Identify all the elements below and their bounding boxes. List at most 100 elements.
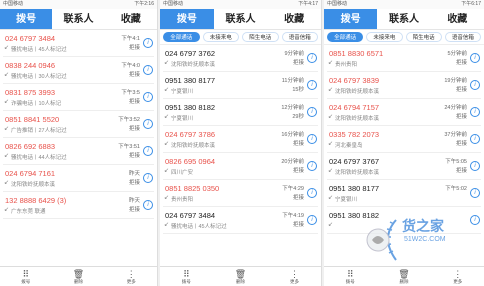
caller-location: 宁夏银川 bbox=[335, 197, 358, 203]
call-duration: 拒接 bbox=[292, 222, 304, 228]
call-duration: 拒接 bbox=[292, 141, 304, 147]
tab-dial[interactable]: 拨号 bbox=[0, 9, 53, 29]
info-icon[interactable]: i bbox=[143, 92, 153, 102]
filter-missed[interactable]: 未接来电 bbox=[202, 32, 239, 42]
filter-voicemail[interactable]: 语音信箱 bbox=[444, 32, 481, 42]
caller-location: 诈骗电话丨10人标记 bbox=[11, 101, 62, 107]
call-log-row[interactable]: 024 6797 3839 ↙ 沈阳铁岭抚顺本溪 19分钟前 拒接 i bbox=[327, 72, 481, 99]
phone-number: 0335 782 2073 bbox=[329, 130, 380, 139]
call-log-row[interactable]: 024 6797 3767 ↙ 沈阳铁岭抚顺本溪 下午5:05 拒接 i bbox=[327, 153, 481, 180]
more-button[interactable]: ⋮ 更多 bbox=[453, 269, 462, 285]
call-log-row[interactable]: 024 6797 3484 ↙ 骚扰电话丨45人标记过 下午4:19 拒接 i bbox=[163, 207, 318, 234]
info-icon[interactable]: i bbox=[307, 134, 317, 144]
call-type-icon: ↙ bbox=[4, 45, 10, 51]
call-log-screen-1: 中国移动 下午2:16 拨号 联系人 收藏 024 6797 3484 ↙ 骚扰电话… bbox=[0, 0, 158, 286]
tab-contacts[interactable]: 联系人 bbox=[377, 9, 430, 29]
dialpad-button[interactable]: ⠿ 拨号 bbox=[346, 269, 355, 285]
dialpad-button[interactable]: ⠿ 拨号 bbox=[182, 269, 191, 285]
info-icon[interactable]: i bbox=[470, 107, 480, 117]
call-log-row[interactable]: 0851 8830 6571 ↙ 贵州贵阳 5分钟前 拒接 i bbox=[327, 45, 481, 72]
tab-dial[interactable]: 拨号 bbox=[160, 9, 214, 29]
call-type-icon: ↙ bbox=[164, 195, 170, 201]
phone-number: 132 8888 6429 (3) bbox=[5, 196, 67, 205]
info-icon[interactable]: i bbox=[470, 134, 480, 144]
tab-favorites[interactable]: 收藏 bbox=[105, 9, 157, 29]
call-log-row[interactable]: 0335 782 2073 ↙ 河北秦皇岛 37分钟前 拒接 i bbox=[327, 126, 481, 153]
phone-number: 024 6797 3767 bbox=[329, 157, 380, 166]
caller-location: 沈阳铁岭抚顺本溪 bbox=[11, 182, 56, 188]
filter-voicemail[interactable]: 语音信箱 bbox=[281, 32, 318, 42]
phone-number: 0951 380 8182 bbox=[165, 103, 216, 112]
call-log-row[interactable]: 0826 692 6883 ↙ 骚扰电话丨44人标记过 下午3:51 拒接 i bbox=[3, 138, 154, 165]
delete-button[interactable]: 🗑 删除 bbox=[235, 269, 246, 285]
call-list: 024 6797 3762 ↙ 沈阳铁岭抚顺本溪 9分钟前 拒接 i 0951 380 81… bbox=[160, 45, 321, 234]
watermark-logo: 货之家 51W2C.COM bbox=[358, 210, 478, 270]
call-log-row[interactable]: 024 6797 3786 ↙ 沈阳铁岭抚顺本溪 16分钟前 拒接 i bbox=[163, 126, 318, 153]
phone-number: 0831 875 3993 bbox=[5, 88, 56, 97]
filter-strangers[interactable]: 陌生电话 bbox=[405, 32, 442, 42]
phone-number: 0851 8841 5520 bbox=[5, 115, 60, 124]
call-log-row[interactable]: 0851 8825 0350 ↙ 贵州贵阳 下午4:29 拒接 i bbox=[163, 180, 318, 207]
info-icon[interactable]: i bbox=[470, 188, 480, 198]
phone-number: 024 6797 3762 bbox=[165, 49, 216, 58]
call-log-row[interactable]: 0831 875 3993 ↙ 诈骗电话丨10人标记 下午3:5 拒接 i bbox=[3, 84, 154, 111]
info-icon[interactable]: i bbox=[470, 161, 480, 171]
call-log-row[interactable]: 0951 380 8177 ↙ 宁夏银川 11分钟前 15秒 i bbox=[163, 72, 318, 99]
dialpad-button[interactable]: ⠿ 拨号 bbox=[21, 269, 30, 285]
delete-button[interactable]: 🗑 删除 bbox=[398, 269, 409, 285]
watermark-brand: 货之家 bbox=[402, 218, 444, 234]
caller-location: 四川广安 bbox=[171, 170, 194, 176]
call-log-row[interactable]: 024 6797 3762 ↙ 沈阳铁岭抚顺本溪 9分钟前 拒接 i bbox=[163, 45, 318, 72]
call-duration: 拒接 bbox=[128, 153, 140, 159]
info-icon[interactable]: i bbox=[307, 107, 317, 117]
call-log-row[interactable]: 0838 244 0946 ↙ 骚扰电话丨30人标记过 下午4:0 拒接 i bbox=[3, 57, 154, 84]
call-duration: 29秒 bbox=[292, 114, 304, 120]
filter-all-calls[interactable]: 全部通话 bbox=[327, 32, 364, 42]
tab-favorites[interactable]: 收藏 bbox=[267, 9, 321, 29]
info-icon[interactable]: i bbox=[143, 119, 153, 129]
filter-all-calls[interactable]: 全部通话 bbox=[163, 32, 200, 42]
more-icon: ⋮ bbox=[290, 268, 300, 279]
call-type-icon: ↙ bbox=[328, 60, 334, 66]
filter-strangers[interactable]: 陌生电话 bbox=[242, 32, 279, 42]
tab-dial[interactable]: 拨号 bbox=[324, 9, 378, 29]
caller-location: 宁夏银川 bbox=[171, 116, 194, 122]
status-bar: 中国移动 下午4:17 bbox=[160, 0, 321, 9]
more-button[interactable]: ⋮ 更多 bbox=[290, 269, 299, 285]
info-icon[interactable]: i bbox=[470, 80, 480, 90]
call-log-row[interactable]: 132 8888 6429 (3) ↙ 广东东莞 联通 昨天 拒接 i bbox=[3, 192, 154, 219]
info-icon[interactable]: i bbox=[143, 38, 153, 48]
call-duration: 拒接 bbox=[292, 195, 304, 201]
info-icon[interactable]: i bbox=[307, 188, 317, 198]
filter-missed[interactable]: 未接来电 bbox=[366, 32, 403, 42]
info-icon[interactable]: i bbox=[470, 53, 480, 63]
call-log-row[interactable]: 024 6794 7161 ↙ 沈阳铁岭抚顺本溪 昨天 拒接 i bbox=[3, 165, 154, 192]
info-icon[interactable]: i bbox=[143, 200, 153, 210]
info-icon[interactable]: i bbox=[307, 161, 317, 171]
caller-location: 宁夏银川 bbox=[171, 89, 194, 95]
info-icon[interactable]: i bbox=[307, 53, 317, 63]
call-duration: 拒接 bbox=[292, 60, 304, 66]
delete-button[interactable]: 🗑 删除 bbox=[73, 269, 84, 285]
call-log-row[interactable]: 0851 8841 5520 ↙ 广告推销丨27人标记过 下午3:52 拒接 i bbox=[3, 111, 154, 138]
tab-contacts[interactable]: 联系人 bbox=[52, 9, 104, 29]
call-time: 下午4:29 bbox=[282, 186, 304, 192]
info-icon[interactable]: i bbox=[143, 146, 153, 156]
info-icon[interactable]: i bbox=[143, 65, 153, 75]
call-log-row[interactable]: 024 6794 7157 ↙ 沈阳铁岭抚顺本溪 24分钟前 拒接 i bbox=[327, 99, 481, 126]
call-time: 昨天 bbox=[128, 171, 140, 177]
info-icon[interactable]: i bbox=[143, 173, 153, 183]
call-duration: 拒接 bbox=[292, 168, 304, 174]
call-log-row[interactable]: 024 6797 3484 ↙ 骚扰电话丨45人标记过 下午4:1 拒接 i bbox=[3, 30, 154, 57]
call-log-row[interactable]: 0951 380 8177 ↙ 宁夏银川 下午5:02 i bbox=[327, 180, 481, 207]
info-icon[interactable]: i bbox=[307, 215, 317, 225]
call-log-row[interactable]: 0951 380 8182 ↙ 宁夏银川 12分钟前 29秒 i bbox=[163, 99, 318, 126]
caller-location: 骚扰电话丨30人标记过 bbox=[11, 74, 67, 80]
info-icon[interactable]: i bbox=[307, 80, 317, 90]
call-log-row[interactable]: 0826 695 0964 ↙ 四川广安 20分钟前 拒接 i bbox=[163, 153, 318, 180]
tab-favorites[interactable]: 收藏 bbox=[431, 9, 484, 29]
status-bar: 中国移动 下午6:17 bbox=[324, 0, 484, 9]
more-button[interactable]: ⋮ 更多 bbox=[127, 269, 136, 285]
call-log-screen-3: 中国移动 下午6:17 拨号 联系人 收藏 全部通话 未接来电 陌生电话 语音信… bbox=[324, 0, 484, 286]
tab-contacts[interactable]: 联系人 bbox=[214, 9, 268, 29]
